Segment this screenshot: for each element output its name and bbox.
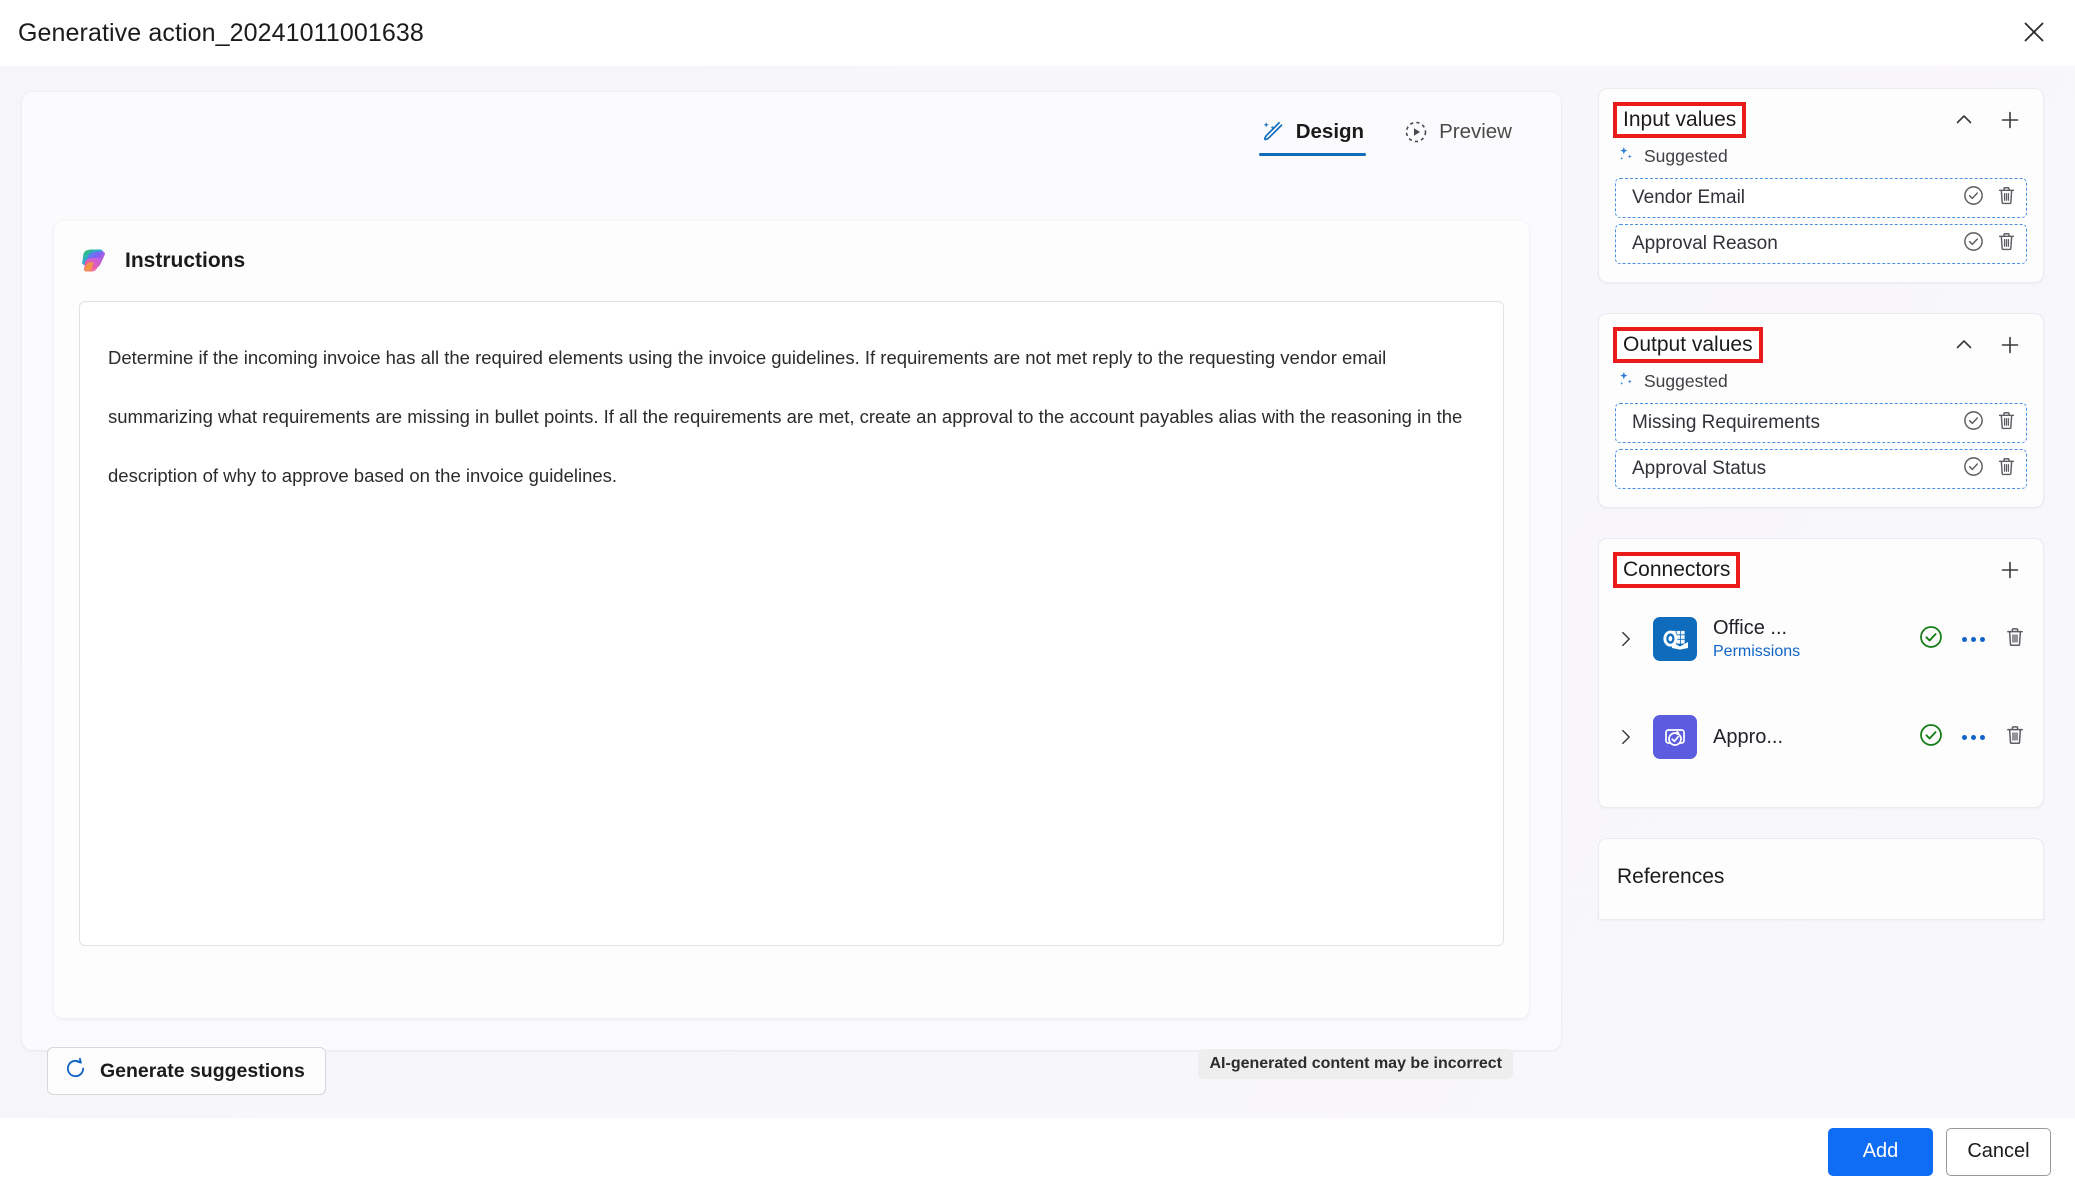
checkmark-circle-icon[interactable] [1962,230,1985,258]
connector-actions [1918,722,2027,753]
plus-icon[interactable] [1995,105,2025,135]
ai-disclaimer-badge: AI-generated content may be incorrect [1198,1049,1513,1079]
dialog-body: Design Preview Instructions Determine if… [0,66,2075,1118]
references-card: References [1598,838,2044,920]
instructions-header: Instructions [76,245,245,277]
page-title: Generative action_20241011001638 [18,18,424,47]
trash-icon[interactable] [1995,184,2018,212]
trash-icon[interactable] [1995,409,2018,437]
checkmark-circle-icon[interactable] [1962,455,1985,483]
view-tabs: Design Preview [1258,114,1514,156]
checkmark-circle-green-icon [1918,722,1944,753]
output-value-actions [1962,455,2018,483]
input-value-item[interactable]: Vendor Email [1615,178,2027,218]
connector-name: Office ... [1713,617,1788,639]
input-suggested-label: Suggested [1644,146,1728,166]
instructions-text: Determine if the incoming invoice has al… [108,347,1468,486]
connectors-card: Connectors Office ... Permissions Appro.… [1598,538,2044,808]
more-horizontal-icon[interactable] [1958,731,1989,744]
copilot-icon [76,245,108,277]
tab-preview[interactable]: Preview [1402,114,1514,156]
design-editor-panel: Design Preview Instructions Determine if… [22,92,1561,1095]
input-value-name: Approval Reason [1632,233,1778,254]
generate-suggestions-label: Generate suggestions [100,1059,305,1082]
outlook-icon [1653,617,1697,661]
sparkle-icon [1617,145,1635,168]
connectors-header: Connectors [1599,539,2043,589]
output-value-name: Approval Status [1632,458,1767,479]
output-suggested-row: Suggested [1599,364,2043,397]
output-value-item[interactable]: Approval Status [1615,449,2027,489]
input-value-actions [1962,184,2018,212]
input-values-header: Input values [1599,89,2043,139]
generative-action-dialog: Generative action_20241011001638 Design … [0,0,2075,1185]
input-values-card: Input values Suggested Vendor Email Appr… [1598,88,2044,283]
connector-row-approvals[interactable]: Appro... [1599,701,2043,773]
plus-icon[interactable] [1995,555,2025,585]
input-values-actions [1949,105,2025,135]
sparkle-icon [1617,370,1635,393]
connector-row-outlook[interactable]: Office ... Permissions [1599,603,2043,675]
output-values-title: Output values [1613,327,1763,363]
connector-texts: Appro... [1713,726,1906,749]
arrow-clockwise-icon [64,1057,87,1086]
tab-design[interactable]: Design [1258,114,1367,156]
output-value-actions [1962,409,2018,437]
instructions-card: Instructions Determine if the incoming i… [54,221,1529,1018]
checkmark-circle-green-icon [1918,624,1944,655]
output-values-card: Output values Suggested Missing Requirem… [1598,313,2044,508]
generate-suggestions-button[interactable]: Generate suggestions [47,1047,326,1095]
right-rail: Input values Suggested Vendor Email Appr… [1598,88,2044,920]
add-button[interactable]: Add [1828,1127,1933,1176]
input-suggested-row: Suggested [1599,139,2043,172]
trash-icon[interactable] [1995,455,2018,483]
output-values-actions [1949,330,2025,360]
chevron-right-icon[interactable] [1611,624,1641,654]
output-suggested-label: Suggested [1644,371,1728,391]
output-values-header: Output values [1599,314,2043,364]
approvals-icon [1653,715,1697,759]
chevron-up-icon[interactable] [1949,330,1979,360]
input-value-actions [1962,230,2018,258]
trash-icon[interactable] [2003,625,2027,654]
connector-permissions-link[interactable]: Permissions [1713,643,1906,661]
tab-design-label: Design [1295,120,1365,143]
wand-sparkle-icon [1261,120,1285,144]
input-value-name: Vendor Email [1632,187,1746,208]
play-circle-dashed-icon [1404,120,1428,144]
references-title: References [1617,865,1725,888]
cancel-button[interactable]: Cancel [1946,1127,2051,1176]
dialog-footer: Add Cancel [0,1118,2075,1185]
input-values-title: Input values [1612,102,1747,138]
chevron-up-icon[interactable] [1949,105,1979,135]
instructions-heading: Instructions [125,249,246,272]
close-icon[interactable] [2011,9,2057,55]
chevron-right-icon[interactable] [1611,722,1641,752]
more-horizontal-icon[interactable] [1958,633,1989,646]
dialog-titlebar: Generative action_20241011001638 [0,0,2075,66]
connectors-actions [1995,555,2025,585]
connector-texts: Office ... Permissions [1713,617,1906,661]
input-value-item[interactable]: Approval Reason [1615,224,2027,264]
output-value-item[interactable]: Missing Requirements [1615,403,2027,443]
plus-icon[interactable] [1995,330,2025,360]
trash-icon[interactable] [1995,230,2018,258]
checkmark-circle-icon[interactable] [1962,409,1985,437]
connector-actions [1918,624,2027,655]
connector-name: Appro... [1713,725,1784,748]
connectors-title: Connectors [1612,552,1741,588]
output-value-name: Missing Requirements [1632,412,1820,433]
instructions-textarea[interactable]: Determine if the incoming invoice has al… [79,301,1504,946]
tab-preview-label: Preview [1439,120,1512,143]
checkmark-circle-icon[interactable] [1962,184,1985,212]
trash-icon[interactable] [2003,723,2027,752]
